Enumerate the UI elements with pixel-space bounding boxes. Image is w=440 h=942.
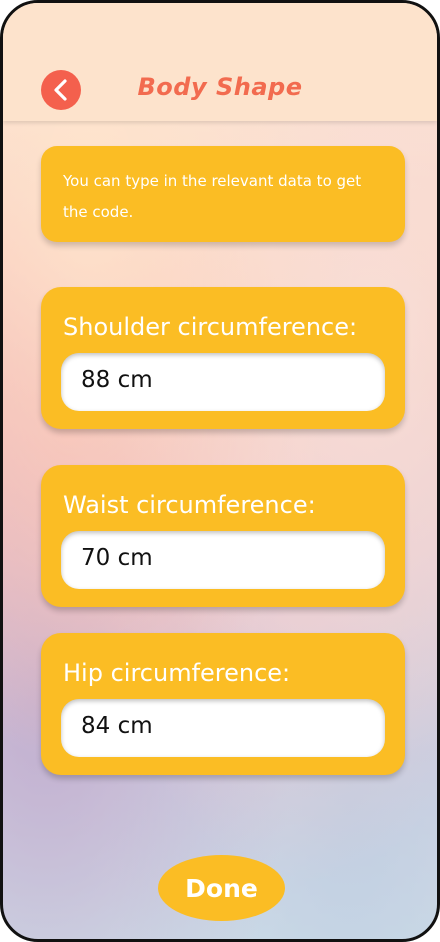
page-title: Body Shape bbox=[137, 73, 303, 101]
shoulder-label: Shoulder circumference: bbox=[63, 313, 358, 341]
hip-input[interactable]: 84 cm bbox=[61, 699, 385, 757]
hip-label: Hip circumference: bbox=[63, 659, 291, 687]
done-button[interactable]: Done bbox=[158, 855, 285, 921]
header-bar: Body Shape bbox=[3, 3, 437, 121]
waist-label: Waist circumference: bbox=[63, 491, 316, 519]
shoulder-input[interactable]: 88 cm bbox=[61, 353, 385, 411]
waist-input[interactable]: 70 cm bbox=[61, 531, 385, 589]
shoulder-card: Shoulder circumference: 88 cm bbox=[41, 287, 405, 429]
info-text: You can type in the relevant data to get… bbox=[63, 172, 362, 221]
waist-card: Waist circumference: 70 cm bbox=[41, 465, 405, 607]
info-card: You can type in the relevant data to get… bbox=[41, 146, 405, 242]
hip-card: Hip circumference: 84 cm bbox=[41, 633, 405, 775]
phone-frame: Body Shape You can type in the relevant … bbox=[0, 0, 440, 942]
